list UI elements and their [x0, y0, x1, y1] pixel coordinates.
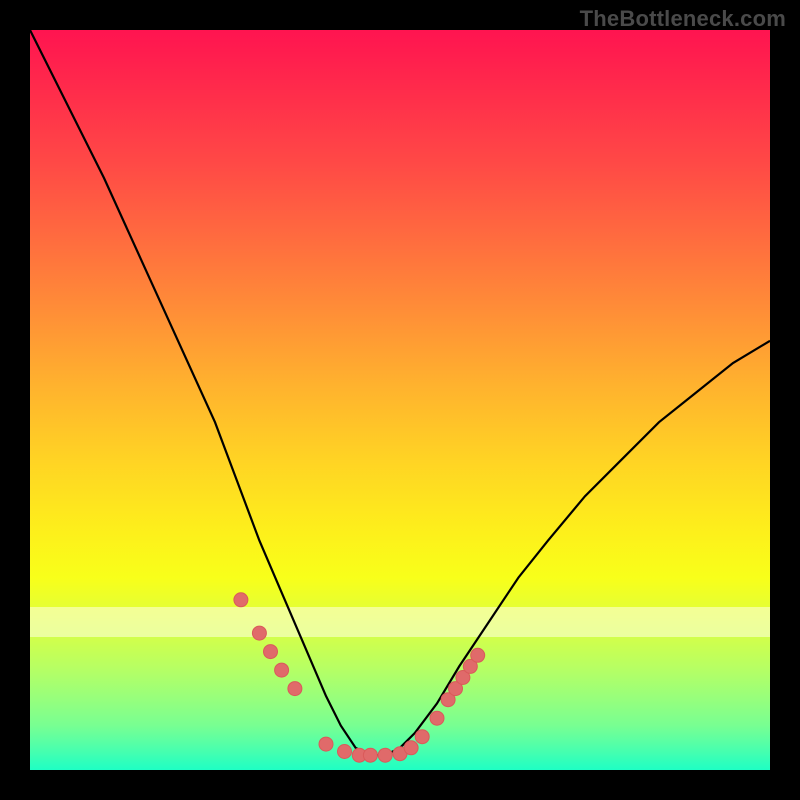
watermark-text: TheBottleneck.com: [580, 6, 786, 32]
marker-point: [288, 682, 302, 696]
marker-point: [252, 626, 266, 640]
marker-point: [471, 648, 485, 662]
marker-point: [234, 593, 248, 607]
marker-group: [234, 593, 485, 762]
marker-point: [319, 737, 333, 751]
marker-point: [363, 748, 377, 762]
marker-point: [275, 663, 289, 677]
marker-point: [378, 748, 392, 762]
curve-svg: [30, 30, 770, 770]
chart-frame: TheBottleneck.com: [0, 0, 800, 800]
marker-point: [415, 730, 429, 744]
marker-point: [338, 745, 352, 759]
plot-area: [30, 30, 770, 770]
bottleneck-curve: [30, 30, 770, 755]
marker-point: [404, 741, 418, 755]
marker-point: [430, 711, 444, 725]
marker-point: [264, 645, 278, 659]
